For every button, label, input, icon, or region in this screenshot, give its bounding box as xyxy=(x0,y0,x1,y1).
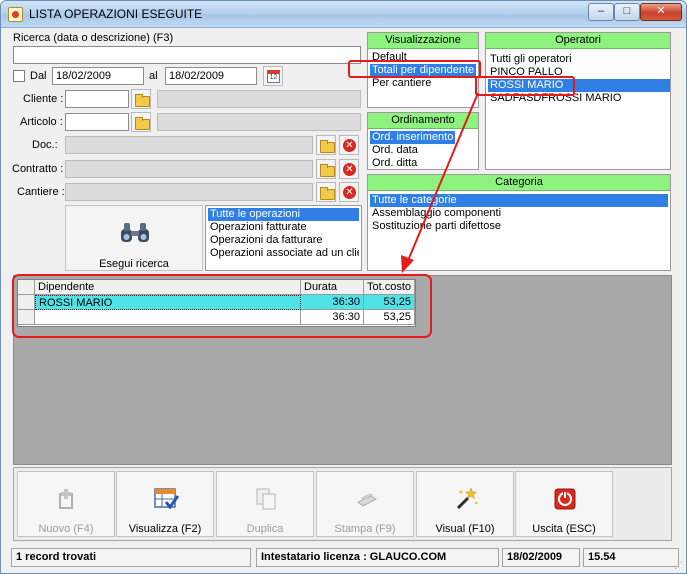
stampa-button[interactable]: Stampa (F9) xyxy=(316,471,414,537)
view-icon xyxy=(154,488,179,510)
status-license: Intestatario licenza : GLAUCO.COM xyxy=(256,548,499,567)
visual-button[interactable]: Visual (F10) xyxy=(416,471,514,537)
status-date: 18/02/2009 xyxy=(502,548,580,567)
visualizza-label: Visualizza (F2) xyxy=(128,523,202,535)
nuovo-button[interactable]: Nuovo (F4) xyxy=(17,471,115,537)
main-window: LISTA OPERAZIONI ESEGUITE – □ ✕ Ricerca … xyxy=(0,0,687,574)
uscita-label: Uscita (ESC) xyxy=(532,523,596,535)
new-icon xyxy=(59,489,73,509)
visual-label: Visual (F10) xyxy=(435,523,495,535)
resize-grip-icon[interactable]: ⋰ xyxy=(674,560,683,571)
print-icon xyxy=(357,493,378,507)
duplicate-icon xyxy=(256,488,276,510)
duplica-button[interactable]: Duplica xyxy=(216,471,314,537)
status-records: 1 record trovati xyxy=(11,548,251,567)
uscita-button[interactable]: Uscita (ESC) xyxy=(515,471,613,537)
stampa-label: Stampa (F9) xyxy=(334,523,396,535)
exit-icon xyxy=(554,488,576,510)
visualizza-button[interactable]: Visualizza (F2) xyxy=(116,471,214,537)
duplica-label: Duplica xyxy=(246,523,284,535)
magic-wand-icon xyxy=(456,487,478,510)
status-time: 15.54 xyxy=(583,548,679,567)
nuovo-label: Nuovo (F4) xyxy=(38,523,94,535)
